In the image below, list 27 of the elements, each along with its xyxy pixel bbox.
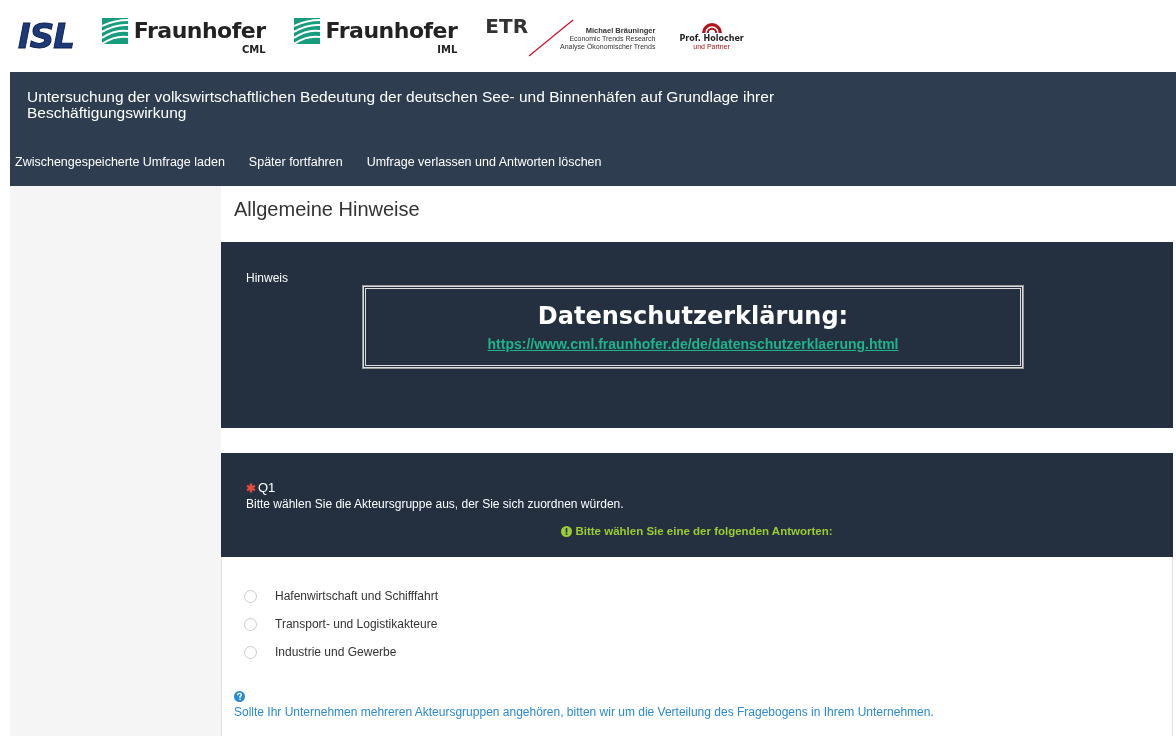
logo-text: Fraunhofer <box>325 17 458 44</box>
question-tip: Bitte wählen Sie eine der folgenden Antworten: <box>575 525 833 537</box>
option-label[interactable]: Hafenwirtschaft und Schifffahrt <box>275 589 438 603</box>
logo-text: ISL <box>18 16 74 56</box>
nav-link[interactable]: Umfrage verlassen und Antworten löschen <box>366 155 602 169</box>
logo-text: Fraunhofer <box>133 17 266 44</box>
help-icon <box>234 691 245 702</box>
logo-text: Prof. Holocher <box>679 33 744 43</box>
notice-label: Hinweis <box>246 271 288 285</box>
logo-subtitle: CML <box>241 43 266 55</box>
stripes-icon <box>293 17 320 44</box>
help-text: Sollte Ihr Unternehmen mehreren Akteursgruppen angehören, bitten wir um die Verteilung des Fragebogens in Ihrem Unternehmen. <box>234 705 935 719</box>
privacy-link[interactable]: https://www.cml.fraunhofer.de/de/datenschutzerklaerung.html <box>487 336 899 352</box>
group-title: Allgemeine Hinweise <box>234 198 421 222</box>
option-label[interactable]: Industrie und Gewerbe <box>275 645 397 659</box>
logo-text: ETR <box>485 15 529 37</box>
stripes-icon <box>101 17 128 44</box>
logo-subtitle: IML <box>437 43 458 55</box>
question-code: Q1 <box>258 480 276 495</box>
survey-title: Untersuchung der volkswirtschaftlichen Bedeutung der deutschen See- und Binnenhäfen auf Grundlage ihrer Beschäftigungswirkung <box>26 89 776 121</box>
question-text: Bitte wählen Sie die Akteursgruppe aus, der Sie sich zuordnen würden. <box>246 497 625 511</box>
alert-icon <box>561 525 573 537</box>
option-label[interactable]: Transport- und Logistikakteure <box>275 617 438 631</box>
nav-link[interactable]: Zwischengespeicherte Umfrage laden <box>15 155 225 169</box>
nav-link[interactable]: Später fortfahren <box>248 155 343 169</box>
arc-icon <box>701 22 722 34</box>
privacy-heading: Datenschutzerklärung: <box>537 302 849 330</box>
